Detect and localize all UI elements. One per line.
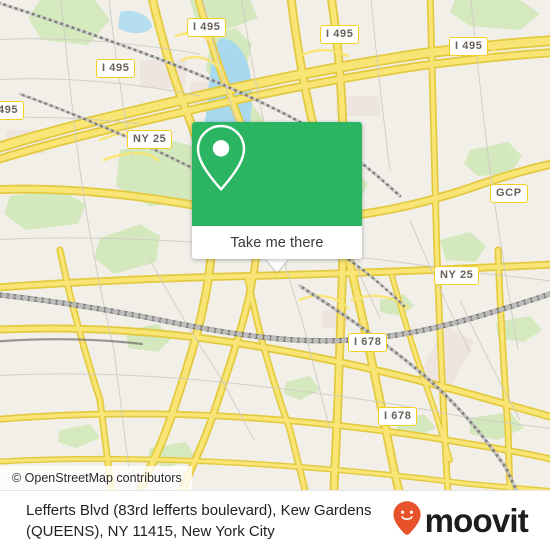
shield-ny25-left[interactable]: NY 25 (127, 130, 173, 149)
moovit-wordmark: moovit (424, 502, 529, 539)
shield-i495-far[interactable]: I 495 (449, 37, 489, 56)
popup-pointer-tail (265, 258, 289, 272)
shield-i495-top[interactable]: I 495 (187, 18, 227, 37)
map-canvas[interactable]: I 495 I 495 I 495 I 495 495 NY 25 GCP NY… (0, 0, 550, 490)
shield-i678-upper[interactable]: I 678 (348, 333, 388, 352)
map-screenshot: I 495 I 495 I 495 I 495 495 NY 25 GCP NY… (0, 0, 550, 550)
shield-ny25-right[interactable]: NY 25 (434, 266, 480, 285)
shield-i495-edge[interactable]: 495 (0, 101, 25, 120)
moovit-smiley-pin-icon (392, 500, 422, 541)
shield-i495-right[interactable]: I 495 (320, 25, 360, 44)
take-me-there-button-label[interactable]: Take me there (230, 235, 323, 251)
location-title: Lefferts Blvd (83rd lefferts boulevard),… (26, 501, 372, 540)
footer-bar: Lefferts Blvd (83rd lefferts boulevard),… (0, 490, 550, 550)
shield-gcp[interactable]: GCP (490, 184, 528, 203)
map-attribution[interactable]: © OpenStreetMap contributors (0, 466, 192, 490)
popup-footer[interactable]: Take me there (192, 226, 362, 259)
shield-i495-mid[interactable]: I 495 (96, 59, 136, 78)
moovit-logo[interactable]: moovit (392, 500, 540, 541)
popup-header (192, 122, 362, 226)
location-popup-card[interactable]: Take me there (192, 122, 362, 259)
shield-i678-lower[interactable]: I 678 (378, 407, 418, 426)
attribution-text: © OpenStreetMap contributors (12, 471, 182, 485)
